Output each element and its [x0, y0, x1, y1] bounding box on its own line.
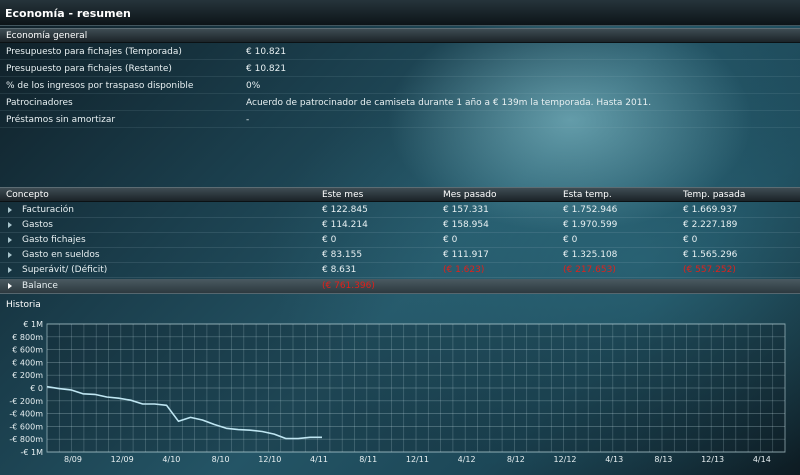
finance-table-header: Concepto Este mes Mes pasado Esta temp. … [0, 187, 800, 202]
history-chart-svg: € 1M € 800m € 600m € 400m € 200m € 0 -€ 200m -€… [9, 320, 786, 464]
cell-last-season: € 2.227.189 [683, 220, 738, 230]
row-label: Gasto fichajes [22, 235, 86, 245]
general-section-header: Economía general [0, 28, 800, 43]
y-tick-label: € 0 [30, 384, 43, 393]
column-header-last-month[interactable]: Mes pasado [443, 190, 497, 200]
info-row-budget-remaining: Presupuesto para fichajes (Restante) € 1… [0, 60, 800, 77]
expand-arrow-icon[interactable] [8, 267, 12, 273]
row-label: Superávit/ (Déficit) [22, 265, 108, 275]
y-tick-label: € 400m [12, 358, 43, 367]
x-tick-label: 8/12 [507, 455, 525, 464]
cell-this-month: € 114.214 [322, 220, 368, 230]
history-title: Historia [6, 300, 41, 310]
x-tick-label: 4/14 [753, 455, 771, 464]
finance-row-expenses[interactable]: Gastos € 114.214 € 158.954 € 1.970.599 €… [0, 218, 800, 233]
finance-row-balance[interactable]: Balance (€ 761.396) [0, 279, 800, 294]
info-value: - [246, 115, 250, 125]
cell-this-month: € 122.845 [322, 205, 368, 215]
expand-arrow-icon[interactable] [8, 207, 12, 213]
info-row-sponsors: Patrocinadores Acuerdo de patrocinador d… [0, 94, 800, 111]
column-header-this-month[interactable]: Este mes [322, 190, 363, 200]
row-label: Gasto en sueldos [22, 250, 100, 260]
cell-this-season: € 1.752.946 [563, 205, 618, 215]
history-chart: € 1M € 800m € 600m € 400m € 200m € 0 -€ 200m -€… [0, 312, 800, 475]
column-header-concept[interactable]: Concepto [6, 190, 49, 200]
x-tick-label: 12/13 [701, 455, 724, 464]
info-label: Préstamos sin amortizar [6, 115, 116, 125]
expand-arrow-icon[interactable] [8, 222, 12, 228]
info-value: € 10.821 [246, 64, 287, 74]
finance-row-revenue[interactable]: Facturación € 122.845 € 157.331 € 1.752.… [0, 203, 800, 218]
cell-this-season: € 1.325.108 [563, 250, 618, 260]
column-header-last-season[interactable]: Temp. pasada [683, 190, 745, 200]
cell-last-month: € 158.954 [443, 220, 489, 230]
window-title: Economía - resumen [5, 7, 131, 20]
y-tick-label: € 800m [12, 333, 43, 342]
row-label: Gastos [22, 220, 53, 230]
balance-value: (€ 761.396) [322, 281, 375, 291]
cell-last-season: (€ 557.252) [683, 265, 736, 275]
info-row-budget-season: Presupuesto para fichajes (Temporada) € … [0, 43, 800, 60]
window-titlebar: Economía - resumen [0, 0, 800, 26]
cell-this-month: € 8.631 [322, 265, 357, 275]
y-tick-label: -€ 1M [20, 448, 43, 457]
cell-this-season: € 0 [563, 235, 578, 245]
expand-arrow-icon[interactable] [8, 252, 12, 258]
expand-arrow-icon[interactable] [8, 237, 12, 243]
y-tick-label: € 1M [23, 320, 43, 329]
x-tick-label: 12/09 [111, 455, 134, 464]
cell-last-month: € 111.917 [443, 250, 489, 260]
info-row-transfer-percent: % de los ingresos por traspaso disponibl… [0, 77, 800, 94]
finance-row-surplus[interactable]: Superávit/ (Déficit) € 8.631 (€ 1.623) (… [0, 263, 800, 278]
balance-label: Balance [22, 281, 58, 291]
info-value: € 10.821 [246, 47, 287, 57]
info-label: Presupuesto para fichajes (Restante) [6, 64, 172, 74]
x-tick-label: 12/10 [258, 455, 281, 464]
info-label: Presupuesto para fichajes (Temporada) [6, 47, 182, 57]
x-tick-label: 12/11 [406, 455, 429, 464]
finance-row-transfer-spend[interactable]: Gasto fichajes € 0 € 0 € 0 € 0 [0, 233, 800, 248]
cell-this-month: € 0 [322, 235, 337, 245]
y-tick-label: -€ 400m [9, 410, 43, 419]
row-label: Facturación [22, 205, 74, 215]
info-value: Acuerdo de patrocinador de camiseta dura… [246, 98, 652, 108]
x-tick-label: 8/10 [212, 455, 230, 464]
info-value: 0% [246, 81, 261, 91]
finance-row-wages[interactable]: Gasto en sueldos € 83.155 € 111.917 € 1.… [0, 248, 800, 263]
cell-last-month: (€ 1.623) [443, 265, 485, 275]
y-tick-label: € 200m [12, 371, 43, 380]
cell-last-season: € 1.669.937 [683, 205, 738, 215]
cell-this-month: € 83.155 [322, 250, 363, 260]
y-tick-label: € 600m [12, 346, 43, 355]
y-tick-label: -€ 600m [9, 422, 43, 431]
y-tick-label: -€ 200m [9, 397, 43, 406]
general-section-title: Economía general [6, 31, 88, 41]
info-row-loans: Préstamos sin amortizar - [0, 111, 800, 128]
x-tick-label: 8/11 [359, 455, 377, 464]
x-tick-label: 4/11 [310, 455, 328, 464]
info-label: % de los ingresos por traspaso disponibl… [6, 81, 194, 91]
cell-last-season: € 1.565.296 [683, 250, 738, 260]
cell-last-month: € 0 [443, 235, 458, 245]
x-tick-label: 4/12 [458, 455, 476, 464]
cell-this-season: € 1.970.599 [563, 220, 618, 230]
x-tick-label: 12/12 [553, 455, 576, 464]
y-tick-label: -€ 800m [9, 435, 43, 444]
expand-arrow-icon[interactable] [8, 283, 12, 289]
cell-last-month: € 157.331 [443, 205, 489, 215]
x-tick-label: 8/13 [654, 455, 672, 464]
cell-this-season: (€ 217.653) [563, 265, 616, 275]
x-tick-label: 4/13 [605, 455, 623, 464]
column-header-this-season[interactable]: Esta temp. [563, 190, 612, 200]
x-tick-label: 8/09 [64, 455, 82, 464]
info-label: Patrocinadores [6, 98, 73, 108]
x-tick-label: 4/10 [162, 455, 180, 464]
cell-last-season: € 0 [683, 235, 698, 245]
